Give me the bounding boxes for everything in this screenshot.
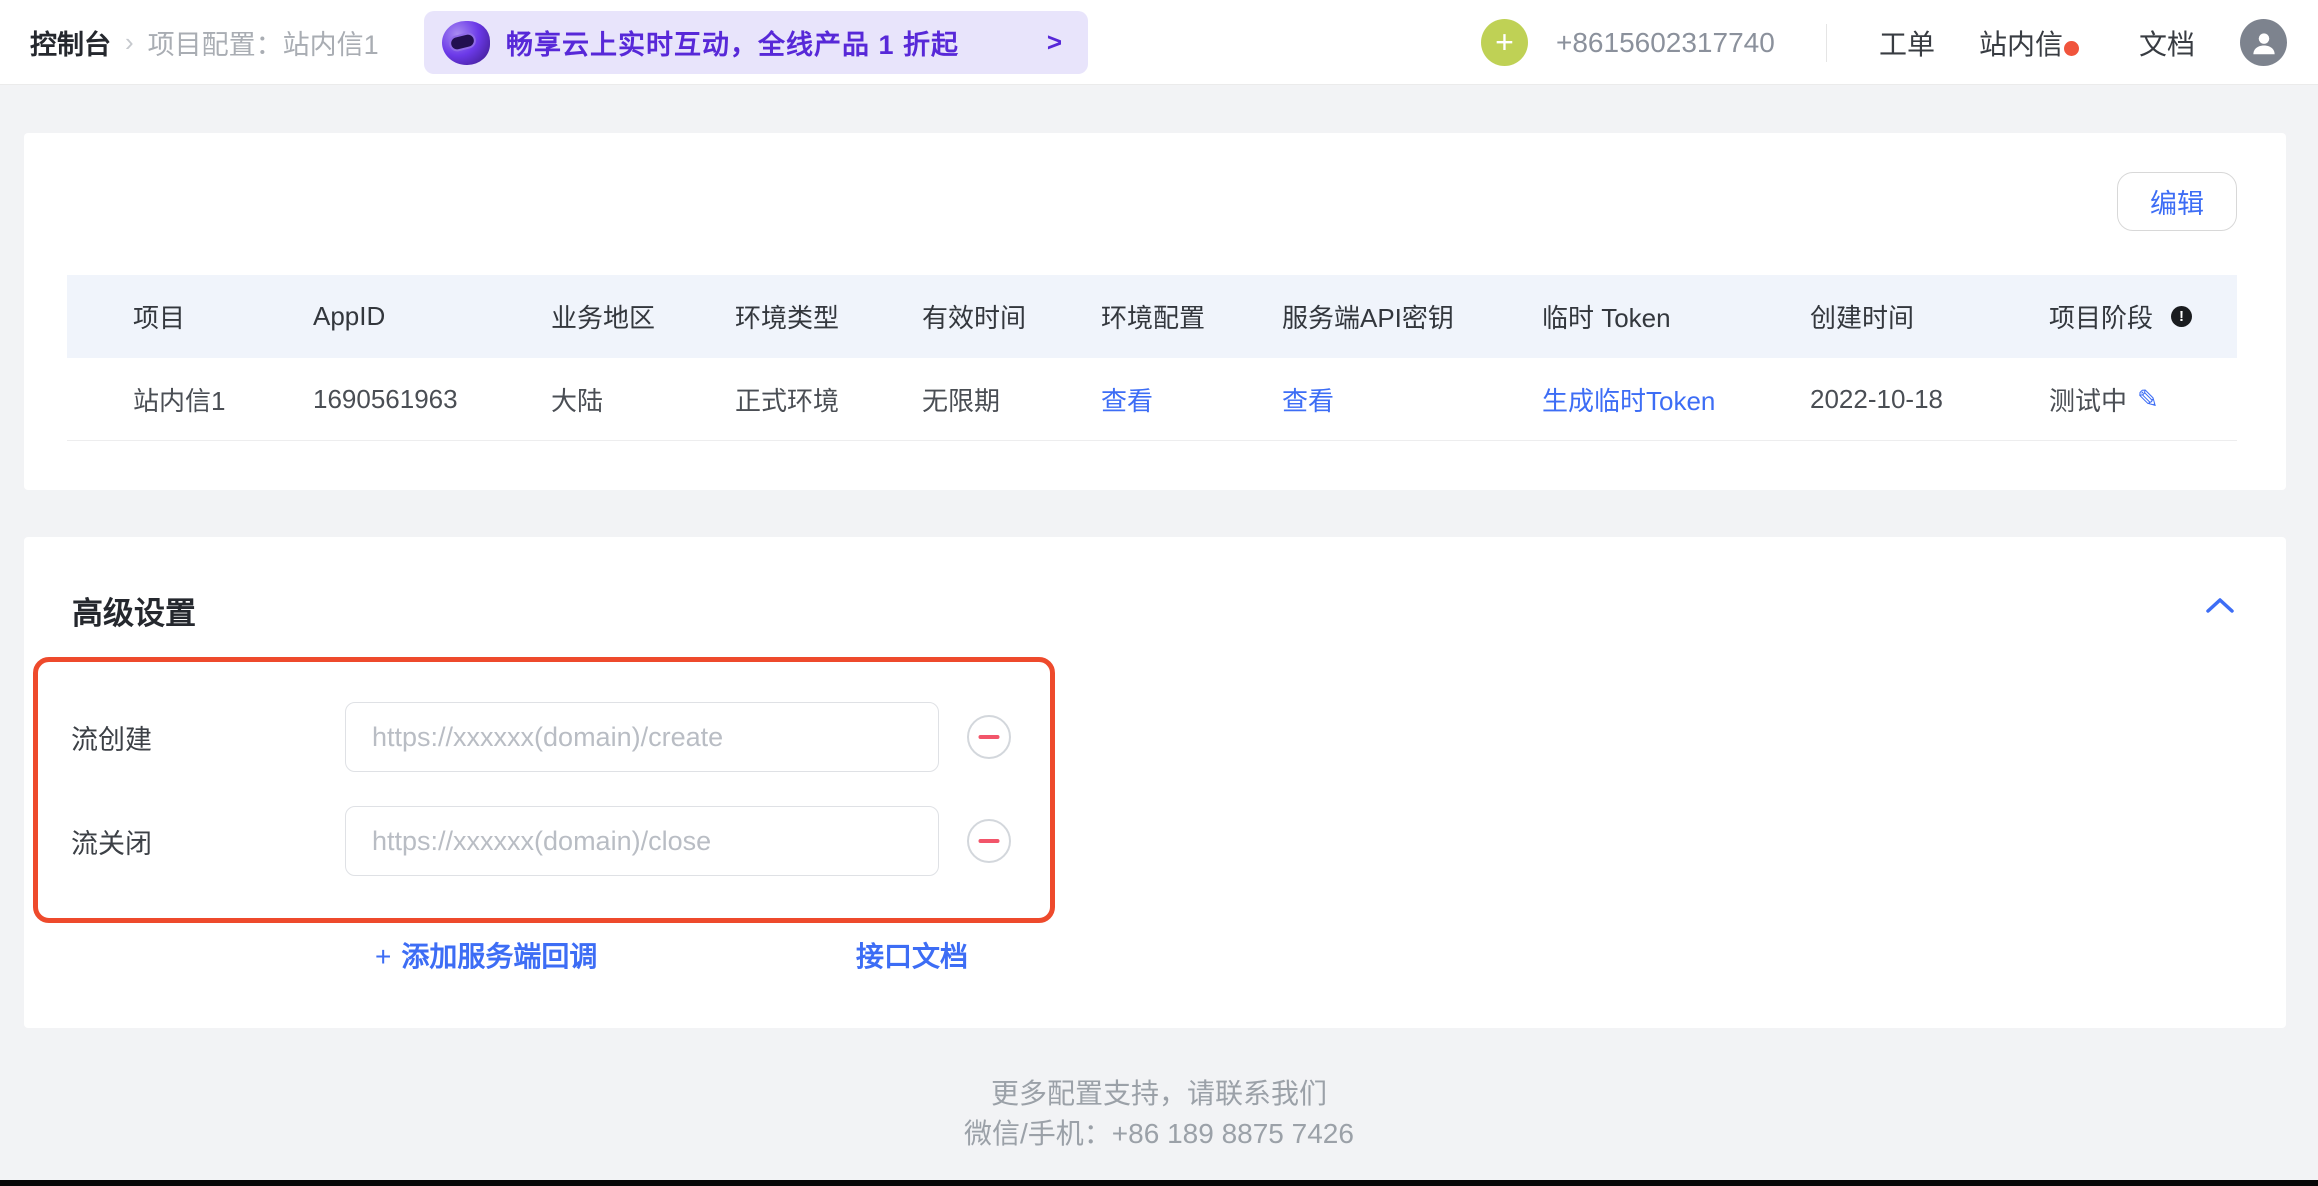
col-project: 项目: [133, 298, 313, 335]
stream-close-label: 流关闭: [71, 822, 345, 861]
edit-button[interactable]: 编辑: [2117, 172, 2237, 231]
promo-banner-text: 畅享云上实时互动，全线产品 1 折起: [506, 23, 959, 62]
generate-temp-token-link[interactable]: 生成临时Token: [1542, 381, 1810, 418]
bottom-strip: [0, 1180, 2318, 1186]
stream-create-row: 流创建: [71, 702, 1050, 772]
remove-stream-create-button[interactable]: [967, 715, 1011, 759]
advanced-settings-title: 高级设置: [72, 588, 196, 633]
stream-create-label: 流创建: [71, 718, 345, 757]
project-table: 项目 AppID 业务地区 环境类型 有效时间 环境配置 服务端API密钥 临时…: [67, 275, 2237, 441]
breadcrumb-separator-icon: ›: [125, 27, 134, 58]
view-api-secret-link[interactable]: 查看: [1282, 381, 1542, 418]
table-header-row: 项目 AppID 业务地区 环境类型 有效时间 环境配置 服务端API密钥 临时…: [67, 275, 2237, 358]
col-temp-token: 临时 Token: [1542, 298, 1810, 335]
footer-support-text: 更多配置支持，请联系我们: [0, 1072, 2318, 1112]
col-created: 创建时间: [1810, 298, 2049, 335]
promo-banner[interactable]: 畅享云上实时互动，全线产品 1 折起 >: [424, 11, 1088, 74]
top-header: 控制台 › 项目配置：站内信1 畅享云上实时互动，全线产品 1 折起 > + +…: [0, 0, 2318, 85]
col-env-config: 环境配置: [1101, 298, 1282, 335]
basic-info-card: 基本信息 编辑 项目 AppID 业务地区 环境类型 有效时间 环境配置 服务端…: [24, 133, 2286, 490]
col-api-secret: 服务端API密钥: [1282, 298, 1542, 335]
breadcrumb-console[interactable]: 控制台: [30, 23, 111, 62]
col-stage: 项目阶段 !: [2049, 298, 2237, 335]
minus-icon: [979, 735, 1000, 739]
cell-appid: 1690561963: [313, 384, 551, 415]
breadcrumb-current-page: 项目配置：站内信1: [148, 23, 379, 62]
advanced-settings-card: 高级设置 流创建 流关闭 +添加服务端回调 接口文档: [24, 537, 2286, 1028]
arrow-right-icon[interactable]: >: [1047, 27, 1062, 58]
stream-create-input[interactable]: [345, 702, 939, 772]
mascot-icon: [442, 21, 490, 65]
collapse-chevron-up-icon[interactable]: [2204, 595, 2236, 620]
nav-messages-label: 站内信: [1979, 29, 2063, 60]
add-account-button[interactable]: +: [1481, 19, 1528, 66]
user-avatar[interactable]: [2240, 19, 2287, 66]
notification-dot: [2064, 41, 2079, 56]
minus-icon: [979, 839, 1000, 843]
col-appid: AppID: [313, 301, 551, 332]
stream-close-input[interactable]: [345, 806, 939, 876]
col-region: 业务地区: [551, 298, 735, 335]
table-row: 站内信1 1690561963 大陆 正式环境 无限期 查看 查看 生成临时To…: [67, 358, 2237, 441]
advanced-links-row: +添加服务端回调 接口文档: [24, 935, 2286, 975]
callback-highlight-box: 流创建 流关闭: [33, 657, 1055, 923]
plus-icon: +: [375, 941, 391, 972]
person-icon: [2249, 28, 2279, 58]
stream-close-row: 流关闭: [71, 806, 1050, 876]
nav-messages[interactable]: 站内信: [1979, 0, 2063, 85]
breadcrumb: 控制台 › 项目配置：站内信1: [30, 0, 379, 85]
cell-env-type: 正式环境: [735, 381, 922, 418]
view-env-config-link[interactable]: 查看: [1101, 381, 1282, 418]
nav-docs[interactable]: 文档: [2139, 0, 2195, 85]
nav-tickets[interactable]: 工单: [1879, 0, 1935, 85]
col-env-type: 环境类型: [735, 298, 922, 335]
edit-stage-icon[interactable]: ✎: [2137, 384, 2159, 415]
remove-stream-close-button[interactable]: [967, 819, 1011, 863]
cell-stage: 测试中 ✎: [2049, 381, 2237, 418]
add-server-callback-link[interactable]: +添加服务端回调: [375, 935, 597, 975]
col-valid-time: 有效时间: [922, 298, 1101, 335]
cell-region: 大陆: [551, 381, 735, 418]
header-divider: [1826, 24, 1827, 62]
account-phone[interactable]: +8615602317740: [1556, 0, 1775, 85]
api-doc-link[interactable]: 接口文档: [856, 935, 968, 975]
cell-created: 2022-10-18: [1810, 384, 2049, 415]
cell-valid-time: 无限期: [922, 381, 1101, 418]
footer-contact-text: 微信/手机：+86 189 8875 7426: [0, 1112, 2318, 1152]
cell-project: 站内信1: [133, 381, 313, 418]
info-icon[interactable]: !: [2171, 306, 2192, 327]
